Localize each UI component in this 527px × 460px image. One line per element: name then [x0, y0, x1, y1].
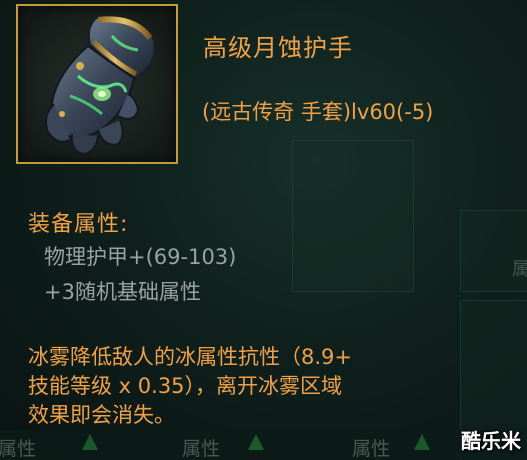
item-icon-frame [16, 4, 178, 164]
item-type-line: (远古传奇 手套)lv60(-5) [202, 100, 434, 124]
site-watermark: 酷乐米 [461, 429, 521, 453]
background-panel [292, 140, 414, 292]
stat-random-attributes: +3随机基础属性 [44, 280, 201, 304]
background-attr-label: 属性 [0, 438, 37, 460]
up-arrow-icon [414, 434, 430, 450]
description-line: 效果即会消失。 [28, 403, 175, 427]
item-tooltip: 属 属性 属性 属性 高级月蚀护手 (远古传奇 手套)lv60(-5) 装备属性… [0, 0, 527, 460]
stat-physical-armor: 物理护甲+(69-103) [44, 245, 237, 269]
item-name: 高级月蚀护手 [203, 34, 353, 62]
background-attr-label: 属性 [352, 438, 391, 460]
gauntlet-icon [45, 16, 156, 156]
description-line: 冰雾降低敌人的冰属性抗性（8.9+ [28, 345, 352, 369]
up-arrow-icon [248, 434, 264, 450]
description-line: 技能等级 x 0.35），离开冰雾区域 [28, 374, 343, 398]
background-attr-label: 属 [512, 259, 527, 280]
attributes-title: 装备属性: [28, 212, 129, 237]
up-arrow-icon [82, 434, 98, 450]
item-description: 冰雾降低敌人的冰属性抗性（8.9+ 技能等级 x 0.35），离开冰雾区域 效果… [28, 343, 468, 430]
background-attr-label: 属性 [182, 438, 221, 460]
